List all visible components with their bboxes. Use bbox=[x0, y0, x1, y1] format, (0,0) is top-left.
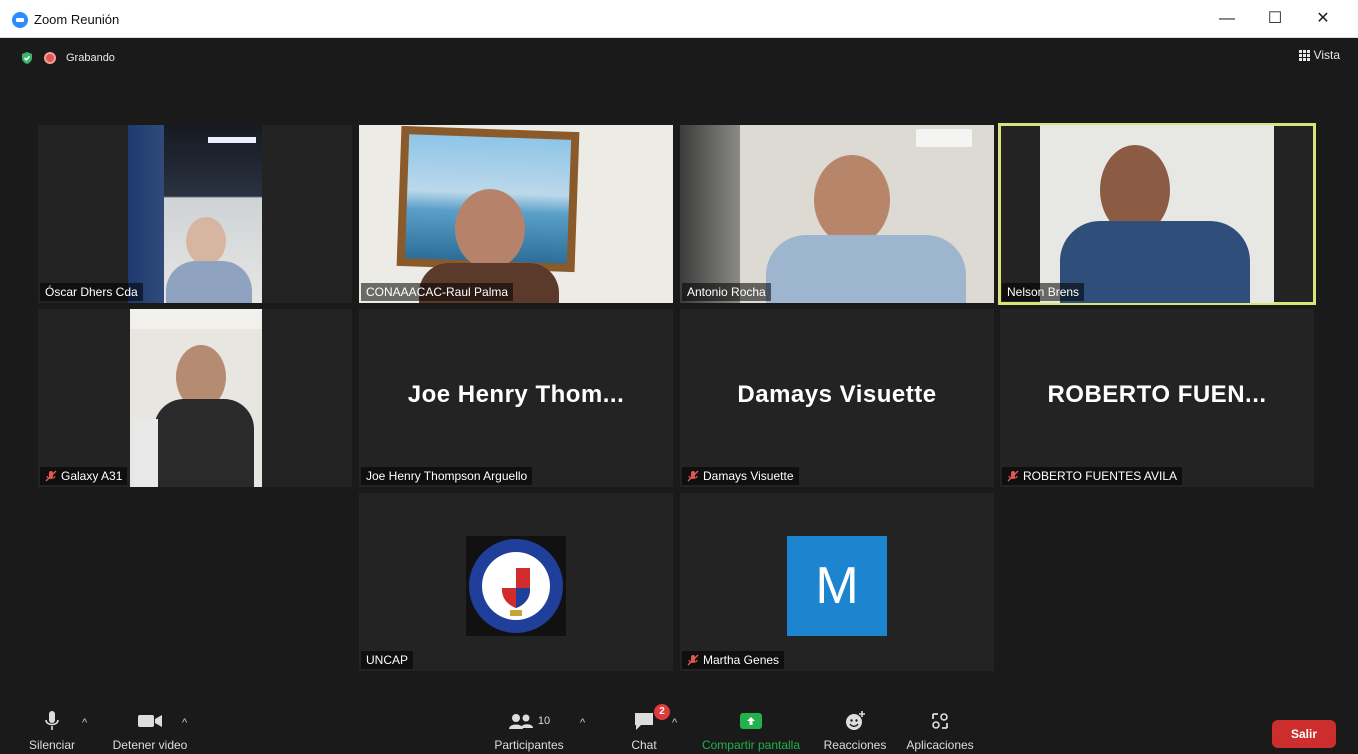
participant-display-name: Joe Henry Thom... bbox=[407, 381, 625, 408]
apps-icon bbox=[932, 713, 948, 729]
meeting-status-bar: Grabando bbox=[20, 50, 115, 66]
zoom-logo-icon bbox=[12, 12, 28, 28]
stop-video-label: Detener video bbox=[112, 738, 188, 752]
share-screen-label: Compartir pantalla bbox=[701, 738, 801, 752]
mute-button[interactable]: Silenciar bbox=[26, 708, 78, 752]
participant-tile[interactable]: UNCAP bbox=[359, 493, 673, 671]
apps-label: Aplicaciones bbox=[906, 738, 974, 752]
participant-tile[interactable]: ROBERTO FUEN... ROBERTO FUENTES AVILA bbox=[1000, 309, 1314, 487]
stop-video-button[interactable]: Detener video bbox=[106, 708, 194, 752]
meeting-stage: Grabando Vista Óscar Dhers Cda CONAAACAC… bbox=[6, 38, 1350, 754]
chat-bubble-icon bbox=[635, 713, 653, 730]
participant-name-label: Joe Henry Thompson Arguello bbox=[361, 467, 533, 485]
participants-button[interactable]: 10 Participantes bbox=[490, 708, 568, 752]
apps-button[interactable]: Aplicaciones bbox=[900, 708, 980, 752]
share-screen-icon bbox=[740, 713, 762, 729]
muted-microphone-icon bbox=[687, 654, 699, 666]
share-screen-button[interactable]: Compartir pantalla bbox=[696, 708, 806, 752]
participants-label: Participantes bbox=[494, 738, 564, 752]
participant-tile[interactable]: CONAAACAC-Raul Palma bbox=[359, 125, 673, 303]
participants-options-chevron-icon[interactable]: ^ bbox=[580, 717, 585, 729]
reactions-button[interactable]: Reacciones bbox=[818, 708, 892, 752]
participant-avatar-letter: M bbox=[787, 536, 887, 636]
participant-tile[interactable]: Damays Visuette Damays Visuette bbox=[680, 309, 994, 487]
uncap-seal-icon bbox=[466, 536, 566, 636]
audio-options-chevron-icon[interactable]: ^ bbox=[82, 717, 87, 729]
participant-name-label: Nelson Brens bbox=[1002, 283, 1085, 301]
participant-video bbox=[680, 125, 994, 303]
reactions-label: Reacciones bbox=[823, 738, 887, 752]
participant-name-label: CONAAACAC-Raul Palma bbox=[361, 283, 514, 301]
participant-tile[interactable]: Antonio Rocha bbox=[680, 125, 994, 303]
chat-label: Chat bbox=[631, 738, 657, 752]
participant-video bbox=[130, 309, 262, 487]
video-camera-icon bbox=[138, 715, 162, 727]
window-titlebar: Zoom Reunión — ☐ ✕ bbox=[0, 0, 1358, 38]
participant-name-label: UNCAP bbox=[361, 651, 414, 669]
participants-icon bbox=[508, 714, 533, 729]
participant-name-label: Óscar Dhers Cda bbox=[40, 283, 143, 301]
participant-video bbox=[1040, 125, 1274, 303]
muted-microphone-icon bbox=[687, 470, 699, 482]
chat-unread-badge: 2 bbox=[654, 704, 670, 720]
reactions-smiley-icon bbox=[846, 711, 865, 730]
view-label: Vista bbox=[1313, 48, 1340, 62]
microphone-icon bbox=[45, 711, 59, 730]
participant-tile[interactable]: M Martha Genes bbox=[680, 493, 994, 671]
muted-microphone-icon bbox=[45, 470, 57, 482]
participants-count: 10 bbox=[537, 715, 551, 727]
video-options-chevron-icon[interactable]: ^ bbox=[182, 717, 187, 729]
recording-label: Grabando bbox=[66, 52, 115, 64]
close-button[interactable]: ✕ bbox=[1308, 8, 1338, 30]
participant-name-label: Martha Genes bbox=[682, 651, 785, 669]
chat-button[interactable]: 2 Chat bbox=[624, 704, 670, 752]
chat-options-chevron-icon[interactable]: ^ bbox=[672, 717, 677, 729]
security-shield-icon[interactable] bbox=[20, 51, 34, 65]
view-button[interactable]: Vista bbox=[1298, 48, 1340, 62]
participant-video bbox=[359, 125, 673, 303]
grid-view-icon bbox=[1298, 49, 1310, 61]
participant-name-label: ROBERTO FUENTES AVILA bbox=[1002, 467, 1183, 485]
participant-display-name: Damays Visuette bbox=[737, 381, 937, 408]
participant-display-name: ROBERTO FUEN... bbox=[1047, 381, 1267, 408]
leave-button[interactable]: Salir bbox=[1272, 720, 1336, 748]
participant-name-label: Galaxy A31 bbox=[40, 467, 128, 485]
participant-name-label: Antonio Rocha bbox=[682, 283, 771, 301]
maximize-button[interactable]: ☐ bbox=[1260, 8, 1290, 30]
participant-tile[interactable]: Óscar Dhers Cda bbox=[38, 125, 352, 303]
window-title: Zoom Reunión bbox=[34, 12, 120, 27]
muted-microphone-icon bbox=[1007, 470, 1019, 482]
recording-icon bbox=[44, 52, 56, 64]
mute-label: Silenciar bbox=[28, 738, 76, 752]
minimize-button[interactable]: — bbox=[1212, 8, 1242, 30]
participant-video bbox=[128, 125, 262, 303]
participant-tile-active-speaker[interactable]: Nelson Brens bbox=[998, 123, 1316, 305]
participant-name-label: Damays Visuette bbox=[682, 467, 799, 485]
participant-tile[interactable]: Joe Henry Thom... Joe Henry Thompson Arg… bbox=[359, 309, 673, 487]
participant-tile[interactable]: Galaxy A31 bbox=[38, 309, 352, 487]
meeting-toolbar: Silenciar ^ Detener video ^ 10 Participa… bbox=[6, 704, 1350, 754]
